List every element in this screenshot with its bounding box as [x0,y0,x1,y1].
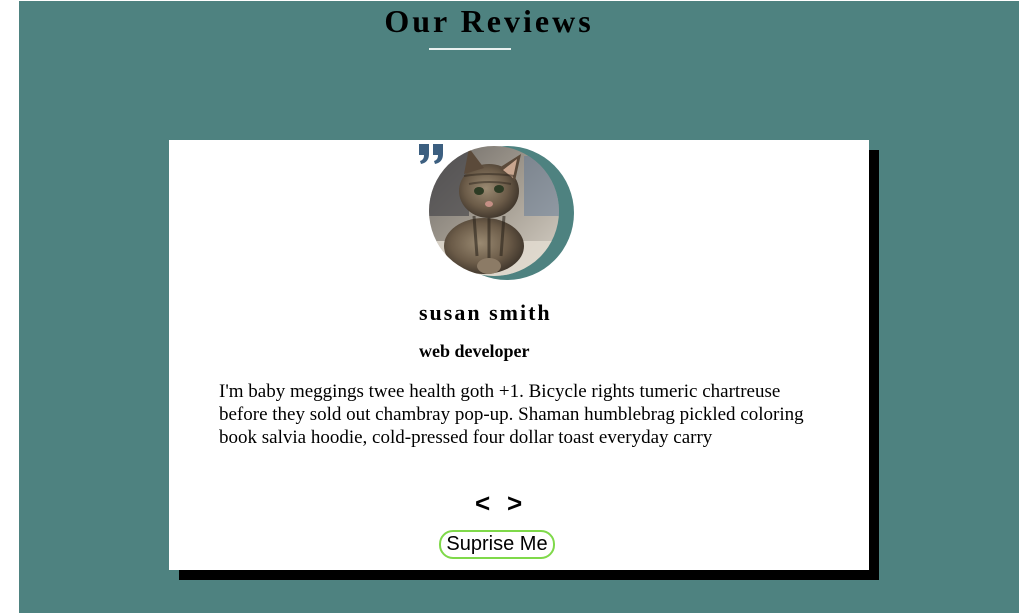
surprise-me-button[interactable]: Suprise Me [439,530,555,559]
next-button[interactable]: > [507,488,522,518]
reviews-section: Our Reviews susan smith web developer I'… [19,1,1019,613]
nav-buttons: < > [469,488,549,518]
page-title: Our Reviews [384,3,594,39]
quote-right-icon [418,142,446,166]
reviewer-job: web developer [419,341,530,361]
cat-photo-image [429,146,559,276]
title-underline [429,48,511,50]
review-card: susan smith web developer I'm baby meggi… [169,140,869,570]
reviewer-name: susan smith [419,300,552,325]
review-text: I'm baby meggings twee health goth +1. B… [219,381,804,448]
avatar [429,146,559,276]
prev-button[interactable]: < [475,488,490,518]
